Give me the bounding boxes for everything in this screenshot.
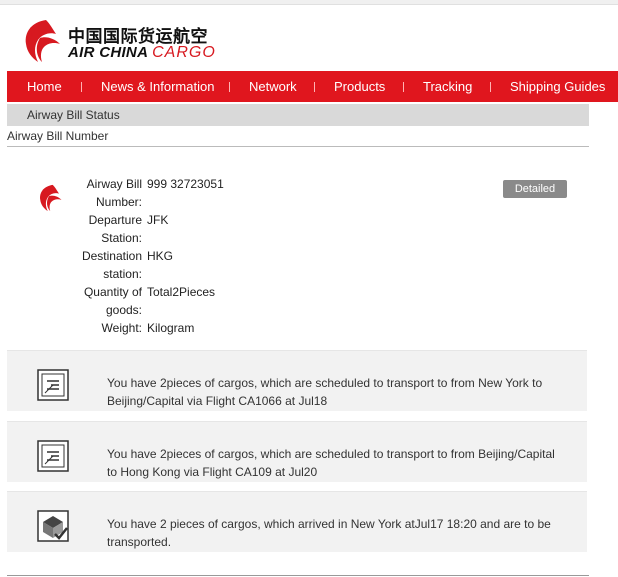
brand-cargo: CARGO xyxy=(152,44,216,61)
nav-tracking[interactable]: Tracking xyxy=(423,79,472,94)
brand-air-china: AIR CHINA xyxy=(68,44,148,61)
air-china-cargo-logo[interactable]: 中国国际货运航空 AIR CHINA CARGO xyxy=(16,14,216,66)
event-card-1: You have 2pieces of cargos, which are sc… xyxy=(7,350,587,411)
nav-separator xyxy=(81,82,82,92)
cargo-arrived-icon xyxy=(37,510,69,542)
top-strip xyxy=(0,0,618,5)
nav-network[interactable]: Network xyxy=(249,79,297,94)
phoenix-small-icon xyxy=(40,184,62,212)
departure-label: Departure Station: xyxy=(62,211,142,247)
nav-separator xyxy=(314,82,315,92)
awb-number-value: 999 32723051 xyxy=(147,177,224,191)
section-header: Airway Bill Status xyxy=(7,104,589,126)
phoenix-logo-icon xyxy=(25,20,60,62)
section-title: Airway Bill Status xyxy=(27,108,120,122)
event-card-2: You have 2pieces of cargos, which are sc… xyxy=(7,421,587,482)
destination-label: Destination station: xyxy=(62,247,142,283)
nav-shipping-guides[interactable]: Shipping Guides xyxy=(510,79,605,94)
label-line: station: xyxy=(103,267,142,281)
label-line: goods: xyxy=(105,303,142,317)
main-nav: Home News & Information Network Products… xyxy=(7,71,618,102)
flight-plan-icon xyxy=(37,369,69,401)
weight-value: Kilogram xyxy=(147,321,195,335)
event-text-2: You have 2pieces of cargos, which are sc… xyxy=(107,447,555,479)
nav-products[interactable]: Products xyxy=(334,79,385,94)
event-text-3: You have 2 pieces of cargos, which arriv… xyxy=(107,517,551,549)
nav-separator xyxy=(490,82,491,92)
label-line: Weight: xyxy=(101,321,142,335)
event-card-3: You have 2 pieces of cargos, which arriv… xyxy=(7,491,587,552)
bottom-divider xyxy=(7,575,589,576)
flight-plan-icon xyxy=(37,440,69,472)
nav-home[interactable]: Home xyxy=(27,79,62,94)
departure-value: JFK xyxy=(147,213,169,227)
label-line: Station: xyxy=(101,231,142,245)
awb-number-label: Airway Bill Number: xyxy=(62,175,142,211)
brand-english-name: AIR CHINA CARGO xyxy=(68,44,216,62)
label-line: Quantity of xyxy=(83,285,142,299)
detailed-button[interactable]: Detailed xyxy=(503,180,567,198)
label-line: Departure xyxy=(88,213,142,227)
divider xyxy=(7,146,589,147)
label-line: Airway Bill xyxy=(86,177,142,191)
destination-value: HKG xyxy=(147,249,174,263)
nav-news-information[interactable]: News & Information xyxy=(101,79,214,94)
event-text-1: You have 2pieces of cargos, which are sc… xyxy=(107,376,543,408)
quantity-label: Quantity of goods: xyxy=(62,283,142,319)
nav-separator xyxy=(403,82,404,92)
nav-separator xyxy=(229,82,230,92)
label-line: Destination xyxy=(81,249,142,263)
section-subtitle: Airway Bill Number xyxy=(7,129,109,143)
weight-label: Weight: xyxy=(62,319,142,337)
label-line: Number: xyxy=(95,195,142,209)
quantity-value: Total2Pieces xyxy=(147,285,216,299)
